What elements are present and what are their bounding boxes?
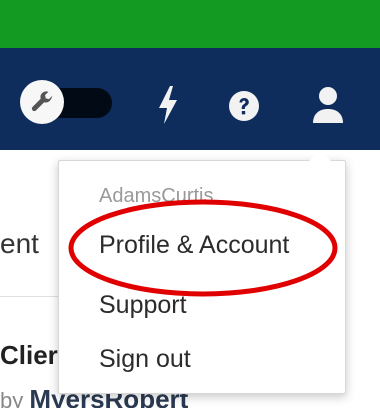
lightning-icon[interactable] bbox=[154, 84, 182, 126]
row-title-partial[interactable]: Clier bbox=[0, 340, 58, 371]
tools-toggle[interactable] bbox=[20, 78, 114, 126]
top-green-bar bbox=[0, 0, 380, 48]
help-icon[interactable] bbox=[226, 88, 262, 124]
dropdown-caret bbox=[309, 150, 331, 161]
byline-prefix: by bbox=[0, 388, 24, 408]
highlight-annotation bbox=[68, 199, 338, 297]
wrench-icon bbox=[20, 80, 64, 124]
user-icon[interactable] bbox=[308, 84, 348, 126]
tab-label-partial[interactable]: ent bbox=[0, 228, 39, 260]
menu-item-sign-out[interactable]: Sign out bbox=[99, 345, 191, 374]
screenshot: ent Clier by MyersRobert AdamsCurtis Pro… bbox=[0, 0, 380, 408]
